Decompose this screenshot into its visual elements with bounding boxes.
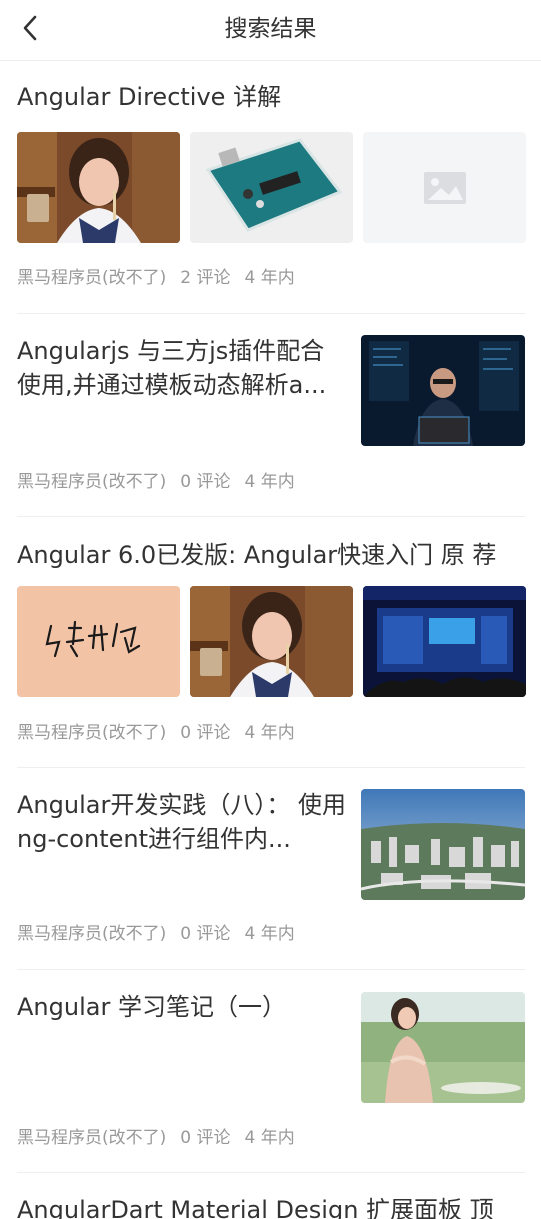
girl-portrait-image[interactable] [190, 586, 353, 697]
comment-count: 2 评论 [180, 268, 231, 288]
article-title[interactable]: Angular 6.0已发版: Angular快速入门 原 荐 [17, 538, 525, 572]
article-meta: 黑马程序员(改不了) 0 评论 4 年内 [17, 467, 309, 492]
conference-stage-image[interactable] [363, 586, 526, 697]
divider [17, 313, 525, 314]
comment-count: 0 评论 [180, 472, 231, 492]
author-name: 黑马程序员(改不了) [17, 924, 167, 944]
girl-portrait-image[interactable] [17, 132, 180, 243]
page-title: 搜索结果 [224, 16, 317, 42]
city-aerial-image[interactable] [361, 789, 525, 900]
article-item[interactable]: AngularDart Material Design 扩展面板 顶 [17, 1193, 525, 1219]
article-item[interactable]: Angular Directive 详解 黑马程序员(改不了) 2 评论 4 年… [17, 80, 526, 305]
article-meta: 黑马程序员(改不了) 0 评论 4 年内 [17, 919, 309, 944]
divider [17, 516, 525, 517]
article-item[interactable]: Angular开发实践（八）： 使用ng-content进行组件内... 黑马程… [17, 788, 525, 958]
image-placeholder-icon[interactable] [363, 132, 526, 243]
author-name: 黑马程序员(改不了) [17, 472, 167, 492]
article-title[interactable]: Angular开发实践（八）： 使用ng-content进行组件内... [17, 788, 347, 856]
nav-bar: 搜索结果 [0, 0, 541, 61]
article-item[interactable]: Angular 6.0已发版: Angular快速入门 原 荐 黑马程序员(改不… [17, 538, 526, 758]
programmer-laptop-image[interactable] [361, 335, 525, 446]
calligraphy-image[interactable] [17, 586, 180, 697]
comment-count: 0 评论 [180, 924, 231, 944]
article-title[interactable]: Angular Directive 详解 [17, 80, 525, 114]
publish-time: 4 年内 [244, 472, 295, 492]
article-thumbnails [17, 132, 526, 243]
author-name: 黑马程序员(改不了) [17, 1128, 167, 1148]
article-item[interactable]: Angular 学习笔记（一） 黑马程序员(改不了) 0 评论 4 年内 [17, 990, 525, 1160]
woman-outdoor-image[interactable] [361, 992, 525, 1103]
article-title[interactable]: AngularDart Material Design 扩展面板 顶 [17, 1193, 525, 1219]
author-name: 黑马程序员(改不了) [17, 723, 167, 743]
divider [17, 1172, 525, 1173]
comment-count: 0 评论 [180, 1128, 231, 1148]
article-item[interactable]: Angularjs 与三方js插件配合使用,并通过模板动态解析a... 黑马程序… [17, 334, 525, 504]
divider [17, 767, 525, 768]
publish-time: 4 年内 [244, 723, 295, 743]
article-meta: 黑马程序员(改不了) 0 评论 4 年内 [17, 718, 309, 743]
article-meta: 黑马程序员(改不了) 0 评论 4 年内 [17, 1123, 309, 1148]
divider [17, 969, 525, 970]
author-name: 黑马程序员(改不了) [17, 268, 167, 288]
publish-time: 4 年内 [244, 268, 295, 288]
article-meta: 黑马程序员(改不了) 2 评论 4 年内 [17, 263, 309, 288]
comment-count: 0 评论 [180, 723, 231, 743]
article-thumbnails [17, 586, 526, 697]
article-title[interactable]: Angularjs 与三方js插件配合使用,并通过模板动态解析a... [17, 334, 342, 402]
article-title[interactable]: Angular 学习笔记（一） [17, 990, 347, 1024]
publish-time: 4 年内 [244, 1128, 295, 1148]
publish-time: 4 年内 [244, 924, 295, 944]
arduino-board-image[interactable] [190, 132, 353, 243]
